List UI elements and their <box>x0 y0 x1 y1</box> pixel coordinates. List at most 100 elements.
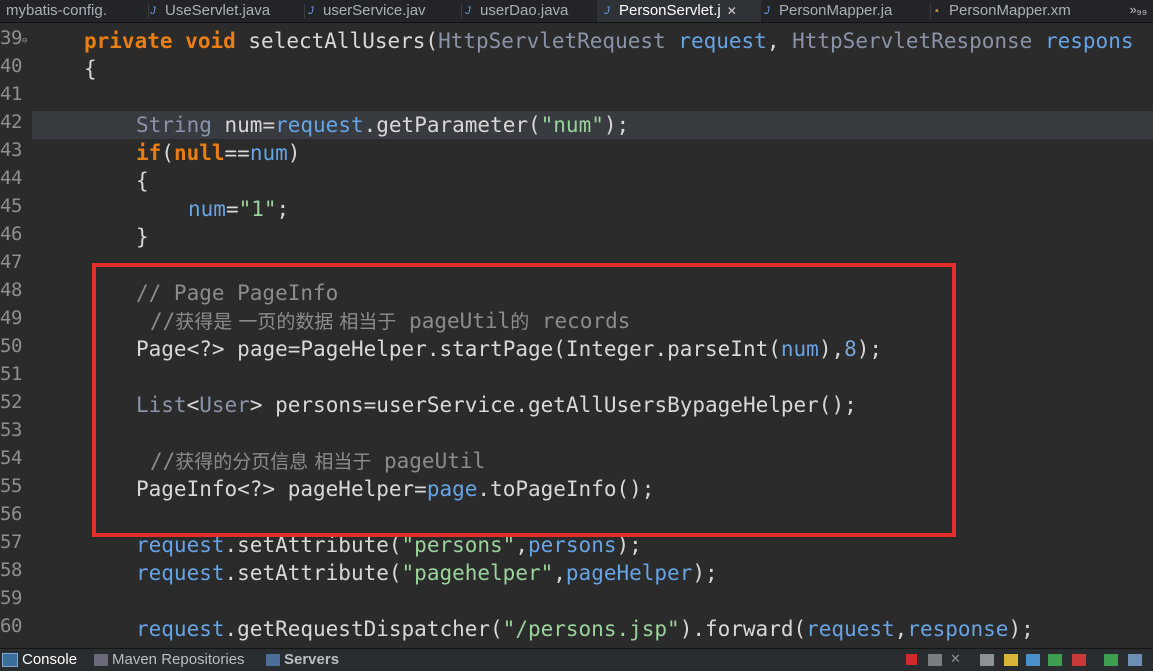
punctuation: ); <box>692 561 718 585</box>
annotation-highlight-box <box>92 263 956 537</box>
type-name: String <box>136 113 212 137</box>
java-file-icon: J <box>604 5 610 17</box>
editor-tab-bar: mybatis-config. J UseServlet.java J user… <box>0 0 1153 23</box>
tab-overflow-button[interactable]: »₉₉ <box>1129 0 1147 20</box>
parameter: request <box>275 113 364 137</box>
parameter: request <box>678 29 767 53</box>
tab-label: Maven Repositories <box>112 651 245 668</box>
code-line-42: String num=request.getParameter("num"); <box>136 111 629 139</box>
string-literal: "1" <box>238 197 277 221</box>
keyword: void <box>185 29 236 53</box>
tab-useservlet[interactable]: J UseServlet.java <box>143 0 305 22</box>
parameter: request <box>806 617 895 641</box>
display-console-icon[interactable] <box>1128 654 1142 666</box>
tab-label: PersonMapper.xm <box>949 2 1071 19</box>
pin-console-icon[interactable] <box>1104 654 1118 666</box>
tab-console[interactable]: Console <box>2 649 77 671</box>
string-literal: "num" <box>540 113 604 137</box>
line-number: 47 <box>0 251 22 273</box>
string-literal: "pagehelper" <box>401 561 554 585</box>
line-number: 54 <box>0 447 22 469</box>
show-on-output-icon[interactable] <box>1048 654 1062 666</box>
tab-servers[interactable]: Servers <box>266 649 339 671</box>
clear-console-icon[interactable] <box>980 654 994 666</box>
variable: num <box>188 197 226 221</box>
line-number: 58 <box>0 559 22 581</box>
code-line-46: } <box>136 223 149 251</box>
parameter: request <box>136 617 225 641</box>
show-on-error-icon[interactable] <box>1072 654 1086 666</box>
keyword: if <box>136 141 162 165</box>
word-wrap-icon[interactable] <box>1026 654 1040 666</box>
tab-userservice[interactable]: J userService.jav <box>301 0 462 22</box>
line-number: 60 <box>0 615 22 637</box>
tab-label: userDao.java <box>480 2 569 19</box>
line-number: 53 <box>0 419 22 441</box>
code-editor[interactable]: 39 ⊖ 40 41 42 43 44 45 46 47 48 49 50 51… <box>0 23 1153 647</box>
operator: = <box>262 113 276 137</box>
keyword: private <box>84 29 173 53</box>
line-number: 59 <box>0 587 22 609</box>
java-file-icon: J <box>465 5 471 17</box>
xml-file-icon: ▪ <box>935 5 939 17</box>
punctuation: , <box>894 617 908 641</box>
method-name: selectAllUsers( <box>248 29 439 53</box>
remove-all-icon[interactable]: ✕ <box>950 651 964 666</box>
string-literal: "/persons.jsp" <box>502 617 680 641</box>
punctuation: ; <box>276 197 290 221</box>
code-line-45: num="1"; <box>188 195 289 223</box>
tab-label: UseServlet.java <box>165 2 271 19</box>
parameter: response <box>907 617 1009 641</box>
variable: pageHelper <box>565 561 693 585</box>
console-icon <box>2 653 18 667</box>
code-line-60: request.getRequestDispatcher("/persons.j… <box>136 615 1034 643</box>
remove-launch-icon[interactable] <box>928 654 942 666</box>
line-number: 40 <box>0 55 22 77</box>
tab-label: PersonServlet.j <box>619 2 721 19</box>
line-number: 44 <box>0 167 22 189</box>
close-icon[interactable]: ✕ <box>727 0 737 22</box>
tab-label: Console <box>22 651 78 668</box>
java-file-icon: J <box>764 5 770 17</box>
tab-personservlet[interactable]: J PersonServlet.j ✕ <box>597 0 761 22</box>
servers-icon <box>266 654 280 666</box>
line-number: 42 <box>0 111 22 133</box>
line-number: 43 <box>0 139 22 161</box>
tab-label: Servers <box>284 651 340 668</box>
tab-mybatis-config[interactable]: mybatis-config. <box>0 0 149 22</box>
terminate-icon[interactable] <box>906 654 917 665</box>
method-call: .getParameter( <box>363 113 541 137</box>
tab-personmapper-xml[interactable]: ▪ PersonMapper.xm <box>927 0 1111 22</box>
variable: num <box>224 113 263 137</box>
operator: == <box>224 141 250 165</box>
fold-icon[interactable]: ⊖ <box>22 36 27 46</box>
line-number: 49 <box>0 307 22 329</box>
code-line-44: { <box>136 167 149 195</box>
tab-maven-repositories[interactable]: Maven Repositories <box>94 649 245 671</box>
line-number: 45 <box>0 195 22 217</box>
java-file-icon: J <box>308 5 314 17</box>
punctuation: , <box>553 561 566 585</box>
tab-personmapper-java[interactable]: J PersonMapper.ja <box>757 0 931 22</box>
method-call: ).forward( <box>679 617 807 641</box>
line-number: 56 <box>0 503 22 525</box>
brace: { <box>136 169 149 193</box>
scroll-lock-icon[interactable] <box>1004 654 1018 666</box>
code-line-40: { <box>84 55 97 83</box>
method-call: .setAttribute( <box>224 561 402 585</box>
punctuation: , <box>766 29 793 53</box>
line-number: 39 <box>0 27 22 49</box>
line-number: 41 <box>0 83 22 105</box>
line-number: 50 <box>0 335 22 357</box>
line-number: 46 <box>0 223 22 245</box>
code-line-39: private void selectAllUsers( HttpServletR… <box>84 27 1134 55</box>
java-file-icon: J <box>150 5 156 17</box>
line-number: 52 <box>0 391 22 413</box>
variable: num <box>249 141 288 165</box>
punctuation: ); <box>603 113 630 137</box>
parameter: respons <box>1044 29 1134 53</box>
code-line-43: if(null==num) <box>136 139 300 167</box>
tab-label: mybatis-config. <box>6 2 107 19</box>
type-name: HttpServletResponse <box>792 29 1033 53</box>
tab-userdao[interactable]: J userDao.java <box>458 0 601 22</box>
